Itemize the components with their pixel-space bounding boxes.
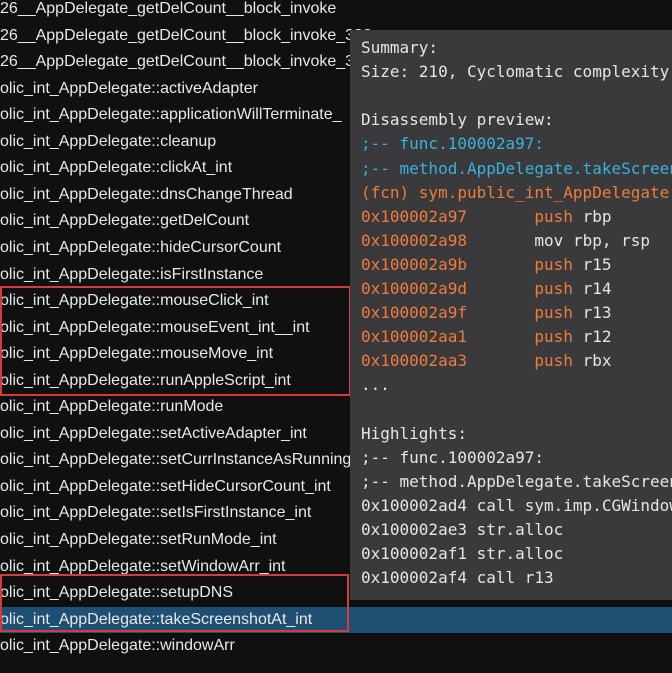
disasm-line: 0x100002a9d push r14 <box>361 277 611 301</box>
disasm-address: 0x100002a9d <box>361 279 467 298</box>
disasm-opcode: push <box>534 351 573 371</box>
disasm-opcode: push <box>534 303 573 323</box>
tooltip-line: ;-- func.100002a97: <box>361 134 545 154</box>
tooltip-line: 0x100002ad4 call sym.imp.CGWindowListCre… <box>361 495 672 515</box>
symbol-name: 26__AppDelegate_getDelCount__block_invok… <box>0 53 372 71</box>
tooltip-line: 0x100002ae3 str.alloc <box>361 520 564 539</box>
disasm-address: 0x100002a98 <box>361 230 467 250</box>
tooltip-line: (fcn) sym.public_int_AppDelegate::takeSc… <box>361 182 672 202</box>
disasm-args: r14 <box>572 279 612 298</box>
symbol-name: olic_int_AppDelegate::applicationWillTer… <box>0 106 342 124</box>
symbol-name: 26__AppDelegate_getDelCount__block_invok… <box>0 0 337 17</box>
disasm-opcode: mov <box>534 230 564 250</box>
disasm-args: rbp <box>572 206 612 226</box>
symbol-name: olic_int_AppDelegate::setWindowArr_int <box>0 557 286 575</box>
disasm-line: 0x100002aa3 push rbx <box>361 349 611 373</box>
disasm-opcode: push <box>534 327 573 347</box>
symbol-name: olic_int_AppDelegate::setHideCursorCount… <box>0 477 331 495</box>
tooltip-line: Size: 210, Cyclomatic complexity: 1 <box>361 62 672 82</box>
disasm-address: 0x100002a9b <box>361 254 467 274</box>
disasm-opcode: push <box>534 206 573 226</box>
tooltip-line: Disassembly preview: <box>361 110 554 130</box>
disasm-args: r15 <box>572 254 612 274</box>
symbol-name: olic_int_AppDelegate::setCurrInstanceAsR… <box>0 451 352 469</box>
highlight-box-mouse-script <box>0 286 351 396</box>
symbol-name: olic_int_AppDelegate::hideCursorCount <box>0 238 282 256</box>
tooltip-line: 0x100002af4 call r13 <box>361 568 554 588</box>
disasm-line: 0x100002a98 mov rbp, rsp <box>361 229 650 253</box>
tooltip-line: Highlights: <box>361 423 467 443</box>
symbol-name: olic_int_AppDelegate::setIsFirstInstance… <box>0 504 312 522</box>
tooltip-line: ;-- func.100002a97: <box>361 447 545 467</box>
disasm-args: rbx <box>572 351 612 371</box>
symbol-name: olic_int_AppDelegate::setRunMode_int <box>0 531 277 548</box>
symbol-name: 26__AppDelegate_getDelCount__block_invok… <box>0 26 372 44</box>
disasm-line: 0x100002aa1 push r12 <box>361 325 611 349</box>
disasm-opcode: push <box>534 254 573 274</box>
function-tooltip-popup: Summary: Size: 210, Cyclomatic complexity… <box>350 30 672 600</box>
disasm-address: 0x100002a97 <box>361 206 467 226</box>
tooltip-line: Summary: <box>361 38 439 57</box>
symbol-name: olic_int_AppDelegate::getDelCount <box>0 212 250 230</box>
symbol-name: olic_int_AppDelegate::setActiveAdapter_i… <box>0 424 307 442</box>
symbol-name: olic_int_AppDelegate::isFirstInstance <box>0 265 264 283</box>
disasm-address: 0x100002a9f <box>361 303 467 323</box>
disasm-args: r13 <box>572 303 612 323</box>
symbol-name: olic_int_AppDelegate::activeAdapter <box>0 79 258 97</box>
tooltip-line: 0x100002af1 str.alloc <box>361 544 564 564</box>
tooltip-line: ;-- method.AppDelegate.takeScreenshotAt_… <box>361 158 672 178</box>
disasm-opcode: push <box>534 279 573 298</box>
symbol-name: olic_int_AppDelegate::dnsChangeThread <box>0 185 293 203</box>
disasm-line: 0x100002a9f push r13 <box>361 301 611 325</box>
highlight-box-dns-screenshot <box>0 574 349 632</box>
disasm-args: r12 <box>572 327 612 347</box>
tooltip-line: ... <box>361 375 390 395</box>
disasm-address: 0x100002aa1 <box>361 327 467 347</box>
symbol-name: olic_int_AppDelegate::windowArr <box>0 637 235 655</box>
symbol-name: olic_int_AppDelegate::runMode <box>0 398 224 416</box>
disasm-line: 0x100002a9b push r15 <box>361 253 611 277</box>
tooltip-line: ;-- method.AppDelegate.takeScreenshotAt_… <box>361 471 672 491</box>
disasm-args: rbp, rsp <box>563 230 651 250</box>
tooltip-line: ... <box>361 590 390 600</box>
disasm-line: 0x100002a97 push rbp <box>361 205 611 229</box>
disasm-address: 0x100002aa3 <box>361 351 467 371</box>
symbol-list-item[interactable]: olic_int_AppDelegate::windowArr <box>0 633 672 660</box>
symbol-name: olic_int_AppDelegate::clickAt_int <box>0 159 233 177</box>
symbol-list-item[interactable]: 26__AppDelegate_getDelCount__block_invok… <box>0 0 672 23</box>
symbol-name: olic_int_AppDelegate::cleanup <box>0 132 217 150</box>
